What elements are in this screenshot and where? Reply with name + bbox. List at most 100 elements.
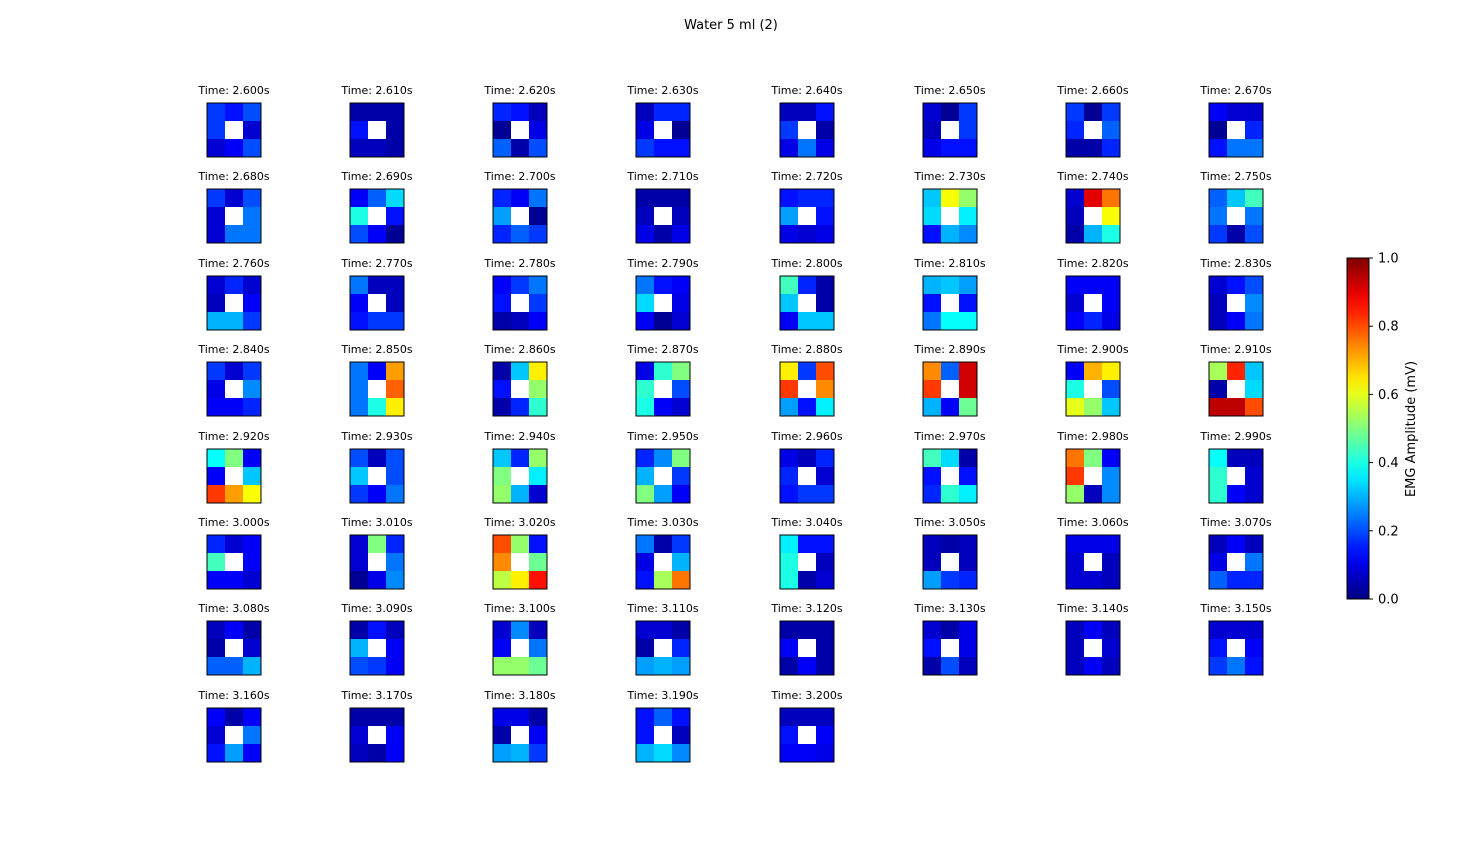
heatmap-cell <box>816 449 835 468</box>
panel-title: Time: 2.670s <box>1199 84 1272 97</box>
heatmap-cell <box>1102 139 1121 158</box>
heatmap-cell <box>207 639 226 658</box>
heatmap-cell <box>941 103 960 122</box>
heatmap-panel: Time: 3.120s <box>770 602 843 676</box>
heatmap-cell <box>493 362 512 381</box>
heatmap-cell <box>923 103 942 122</box>
heatmap-cell <box>816 571 835 590</box>
heatmap-panel: Time: 2.760s <box>197 257 270 331</box>
heatmap-cell <box>636 294 655 313</box>
heatmap-panel: Time: 2.950s <box>626 430 699 504</box>
heatmap-cell <box>511 189 530 208</box>
heatmap-cell <box>493 657 512 676</box>
heatmap-panel: Time: 2.690s <box>340 170 413 244</box>
heatmap-cell <box>923 485 942 504</box>
heatmap-cell <box>350 225 369 244</box>
heatmap-cell <box>798 657 817 676</box>
panel-title: Time: 2.990s <box>1199 430 1272 443</box>
heatmap-cell <box>959 189 978 208</box>
heatmap-cell <box>1245 207 1264 226</box>
heatmap-cell <box>243 398 262 417</box>
heatmap-cell-empty <box>511 553 530 572</box>
heatmap-cell <box>1245 467 1264 486</box>
heatmap-panel: Time: 2.940s <box>483 430 556 504</box>
heatmap-cell <box>672 294 691 313</box>
heatmap-cell <box>1066 571 1085 590</box>
heatmap-cell <box>386 639 405 658</box>
heatmap-panel: Time: 2.780s <box>483 257 556 331</box>
heatmap-cell-empty <box>654 467 673 486</box>
panel-title: Time: 2.600s <box>197 84 270 97</box>
heatmap-cell <box>368 708 387 727</box>
heatmap-cell-empty <box>511 207 530 226</box>
heatmap-cell <box>780 449 799 468</box>
heatmap-panel: Time: 2.810s <box>913 257 986 331</box>
heatmap-cell <box>1102 225 1121 244</box>
heatmap-panel: Time: 3.110s <box>626 602 699 676</box>
panel-title: Time: 3.110s <box>626 602 699 615</box>
panel-title: Time: 2.810s <box>913 257 986 270</box>
heatmap-cell <box>493 398 512 417</box>
heatmap-cell <box>529 276 548 295</box>
heatmap-cell <box>780 312 799 331</box>
heatmap-cell <box>511 657 530 676</box>
heatmap-cell-empty <box>798 121 817 140</box>
heatmap-cell <box>780 553 799 572</box>
heatmap-cell <box>350 121 369 140</box>
heatmap-cell <box>780 621 799 640</box>
heatmap-cell <box>941 571 960 590</box>
heatmap-cell <box>1245 553 1264 572</box>
heatmap-cell <box>1245 276 1264 295</box>
heatmap-cell <box>959 621 978 640</box>
heatmap-cell <box>386 657 405 676</box>
heatmap-cell-empty <box>511 294 530 313</box>
heatmap-cell <box>1102 189 1121 208</box>
panel-title: Time: 2.880s <box>770 343 843 356</box>
heatmap-cell <box>511 398 530 417</box>
heatmap-cell <box>225 276 244 295</box>
heatmap-cell <box>529 744 548 763</box>
heatmap-cell <box>959 535 978 554</box>
heatmap-cell <box>636 121 655 140</box>
heatmap-cell <box>941 398 960 417</box>
panel-title: Time: 2.650s <box>913 84 986 97</box>
heatmap-cell <box>1102 657 1121 676</box>
heatmap-cell <box>386 225 405 244</box>
heatmap-panel: Time: 3.060s <box>1056 516 1129 590</box>
heatmap-panel: Time: 2.740s <box>1056 170 1129 244</box>
panel-title: Time: 2.870s <box>626 343 699 356</box>
heatmap-cell <box>654 535 673 554</box>
heatmap-cell <box>243 312 262 331</box>
heatmap-cell-empty <box>941 121 960 140</box>
heatmap-cell <box>798 708 817 727</box>
heatmap-panel: Time: 3.180s <box>483 689 556 763</box>
heatmap-cell <box>350 726 369 745</box>
heatmap-cell <box>1084 276 1103 295</box>
heatmap-cell-empty <box>225 207 244 226</box>
heatmap-cell <box>1245 380 1264 399</box>
colorbar: 0.0 0.2 0.4 0.6 0.8 1.0 EMG Amplitude (mV) <box>1346 252 1419 608</box>
heatmap-cell <box>1102 207 1121 226</box>
panel-title: Time: 2.720s <box>770 170 843 183</box>
heatmap-cell <box>225 657 244 676</box>
heatmap-cell <box>243 467 262 486</box>
heatmap-panel: Time: 2.970s <box>913 430 986 504</box>
heatmap-cell <box>654 449 673 468</box>
heatmap-panel: Time: 2.990s <box>1199 430 1272 504</box>
heatmap-cell <box>386 571 405 590</box>
heatmap-cell <box>672 207 691 226</box>
heatmap-cell <box>511 485 530 504</box>
heatmap-cell <box>816 621 835 640</box>
heatmap-cell <box>1066 103 1085 122</box>
heatmap-cell <box>493 380 512 399</box>
heatmap-cell <box>1245 571 1264 590</box>
heatmap-cell-empty <box>798 553 817 572</box>
heatmap-cell <box>636 485 655 504</box>
heatmap-cell <box>816 312 835 331</box>
heatmap-cell <box>798 103 817 122</box>
heatmap-cell <box>672 621 691 640</box>
heatmap-cell <box>959 449 978 468</box>
panel-title: Time: 2.660s <box>1056 84 1129 97</box>
heatmap-cell <box>368 621 387 640</box>
heatmap-cell-empty <box>654 639 673 658</box>
